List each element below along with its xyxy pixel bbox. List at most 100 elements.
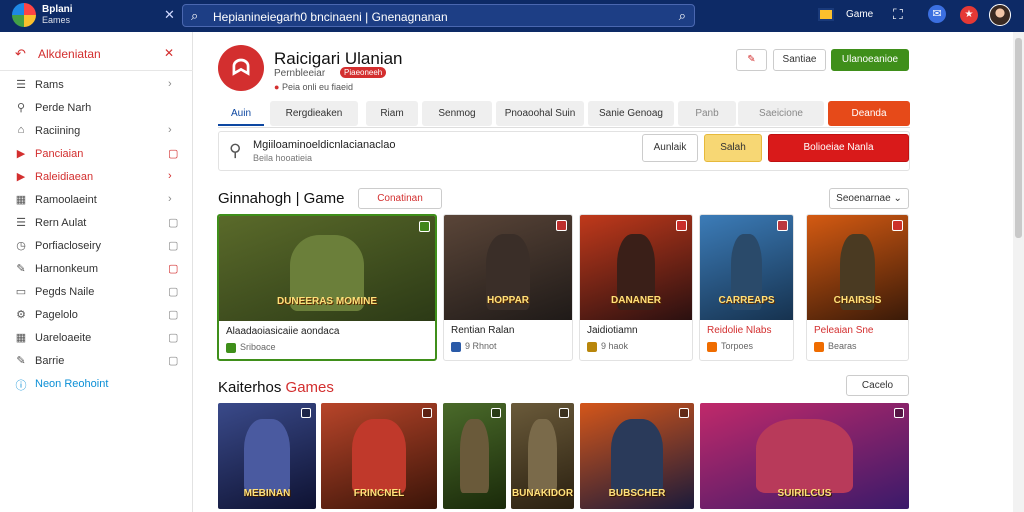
sidebar-item[interactable]: ▶ Panciaian ▢ <box>0 143 193 165</box>
tab[interactable]: Auin <box>218 101 264 126</box>
sidebar-item-label: Panciaian <box>35 148 84 160</box>
game-card[interactable]: CHAIRSIS Peleaian Sne Bearas <box>806 214 909 361</box>
bookmark-icon[interactable] <box>559 408 569 418</box>
fullscreen-icon[interactable]: ⛶ <box>893 6 903 23</box>
rewards-icon[interactable]: ★ <box>960 6 978 24</box>
flag-icon[interactable] <box>818 8 834 21</box>
filter-button-b[interactable]: Salah <box>704 134 762 162</box>
bookmark-icon[interactable] <box>894 408 904 418</box>
tab[interactable]: Riam <box>366 101 418 126</box>
filter-button-c[interactable]: Bolioeiae Nanla <box>768 134 909 162</box>
game-card-image[interactable]: DANANER <box>580 215 692 320</box>
sidebar-item-label: Barrie <box>35 355 65 367</box>
sort-dropdown[interactable]: Seoenarnae ⌄ <box>829 188 909 209</box>
app-logo[interactable] <box>12 3 36 27</box>
sidebar-item[interactable]: ✎ Barrie ▢ <box>0 350 193 372</box>
brand-name[interactable]: Bplani Eames <box>42 4 73 26</box>
doc-icon: ▭ <box>15 286 27 298</box>
game-card-meta-text: 9 haok <box>601 341 629 351</box>
app-meta-text: Peia onli eu fiaeid <box>281 82 354 92</box>
game-card-meta: Bearas <box>814 341 857 352</box>
search-input[interactable]: Hepianineiegarh0 bncinaeni | Gnenagnanan <box>213 10 448 24</box>
bookmark-icon[interactable] <box>301 408 311 418</box>
game-tile[interactable]: BUBSCHER <box>580 403 694 509</box>
tag-icon: ⌂ <box>17 124 25 136</box>
section-filter-button[interactable]: Conatinan <box>358 188 442 209</box>
tab[interactable]: Sanie Genoag <box>588 101 674 126</box>
user-avatar[interactable] <box>989 4 1011 26</box>
game-card[interactable]: HOPPAR Rentian Ralan 9 Rhnot <box>443 214 573 361</box>
bookmark-icon[interactable] <box>491 408 501 418</box>
sidebar-item[interactable]: ▦ Ramoolaeint › <box>0 189 193 211</box>
sidebar-item[interactable]: ▶ Raleidiaean › <box>0 166 193 188</box>
search-submit-icon[interactable]: ⌕ <box>679 8 686 24</box>
game-card-image[interactable]: HOPPAR <box>444 215 572 320</box>
game-card-title[interactable]: Peleaian Sne <box>814 325 874 336</box>
scrollbar-thumb[interactable] <box>1015 38 1022 238</box>
sidebar-item[interactable]: ⌂ Raciining › <box>0 120 193 142</box>
game-tile[interactable]: FRINCNEL <box>321 403 437 509</box>
sidebar-item[interactable]: ☰ Rams › <box>0 74 193 96</box>
section-action-button[interactable]: Cacelo <box>846 375 909 396</box>
top-bar: Bplani Eames ✕ ⌕ Hepianineiegarh0 bncina… <box>0 0 1024 32</box>
game-card-title[interactable]: Rentian Ralan <box>451 325 514 336</box>
sidebar-item[interactable]: ☰ Rern Aulat ▢ <box>0 212 193 234</box>
search-bar[interactable]: ⌕ Hepianineiegarh0 bncinaeni | Gnenagnan… <box>182 4 695 27</box>
game-card[interactable]: CARREAPS Reidolie Nlabs Torpoes <box>699 214 794 361</box>
game-card-title[interactable]: Reidolie Nlabs <box>707 325 771 336</box>
filter-button-a[interactable]: Aunlaik <box>642 134 698 162</box>
game-tile[interactable] <box>443 403 506 509</box>
sidebar-item[interactable]: ▦ Uareloaeite ▢ <box>0 327 193 349</box>
rating-dot-icon: ● <box>274 82 280 92</box>
game-card-title[interactable]: Jaidiotiamn <box>587 325 638 336</box>
scrollbar[interactable] <box>1013 32 1024 512</box>
sidebar-item[interactable]: ⚲ Perde Narh <box>0 97 193 119</box>
close-icon[interactable]: ✕ <box>164 46 174 60</box>
sidebar-item[interactable]: ▭ Pegds Naile ▢ <box>0 281 193 303</box>
sidebar-item[interactable]: ◷ Porfiacloseiry ▢ <box>0 235 193 257</box>
section-title-2-black: Kaiterhos <box>218 379 282 396</box>
tab[interactable]: Saeicione <box>738 101 824 126</box>
bookmark-icon[interactable] <box>676 220 687 231</box>
section-title-2: Kaiterhos Games <box>218 379 334 396</box>
chevron-right-icon: › <box>168 170 172 182</box>
sidebar-item[interactable]: ⚙ Pagelolo ▢ <box>0 304 193 326</box>
notification-icon[interactable]: ✉ <box>928 5 946 23</box>
sidebar-header[interactable]: ↶ Alkdeniatan ✕ <box>0 42 193 66</box>
bookmark-icon[interactable] <box>556 220 567 231</box>
bookmark-icon[interactable] <box>777 220 788 231</box>
like-button[interactable]: ✎ <box>736 49 767 71</box>
game-tile[interactable]: SUIRILCUS <box>700 403 909 509</box>
game-card-image[interactable]: DUNEERAS MOMINE <box>219 216 435 321</box>
game-tile[interactable]: BUNAKIDOR <box>511 403 574 509</box>
tab[interactable]: Panb <box>678 101 736 126</box>
share-button[interactable]: Santiae <box>773 49 826 71</box>
sidebar-item[interactable]: ⓘ Neon Reohoint <box>0 373 193 395</box>
sidebar-item-label: Raleidiaean <box>35 171 94 183</box>
brand-line2: Eames <box>42 15 71 25</box>
bookmark-icon[interactable] <box>892 220 903 231</box>
bookmark-icon[interactable] <box>419 221 430 232</box>
bookmark-icon[interactable] <box>679 408 689 418</box>
game-character-figure <box>528 418 557 493</box>
game-tile[interactable]: MEBINAN <box>218 403 316 509</box>
install-button[interactable]: Ulanoeanioe <box>831 49 909 71</box>
tab[interactable]: Deanda <box>828 101 910 126</box>
game-card-image[interactable]: CARREAPS <box>700 215 793 320</box>
section-title-2-red: Games <box>285 379 334 396</box>
chevron-right-icon: › <box>168 124 172 136</box>
tab[interactable]: Rergdieaken <box>270 101 358 126</box>
bookmark-icon[interactable] <box>422 408 432 418</box>
tab[interactable]: Senmog <box>422 101 492 126</box>
game-card[interactable]: DUNEERAS MOMINE Alaadaoiasicaiie aondaca S… <box>217 214 437 361</box>
tab[interactable]: Pnoaoohal Suin <box>496 101 584 126</box>
close-sidebar-icon[interactable]: ✕ <box>164 7 175 23</box>
sidebar-item[interactable]: ✎ Harnonkeum ▢ <box>0 258 193 280</box>
games-link[interactable]: Game <box>846 9 873 20</box>
meta-icon <box>451 341 461 352</box>
meta-icon <box>814 341 824 352</box>
game-card-image[interactable]: CHAIRSIS <box>807 215 908 320</box>
chevron-down-icon: ⌄ <box>893 193 902 204</box>
game-card[interactable]: DANANER Jaidiotiamn 9 haok <box>579 214 693 361</box>
game-card-title[interactable]: Alaadaoiasicaiie aondaca <box>226 326 339 337</box>
